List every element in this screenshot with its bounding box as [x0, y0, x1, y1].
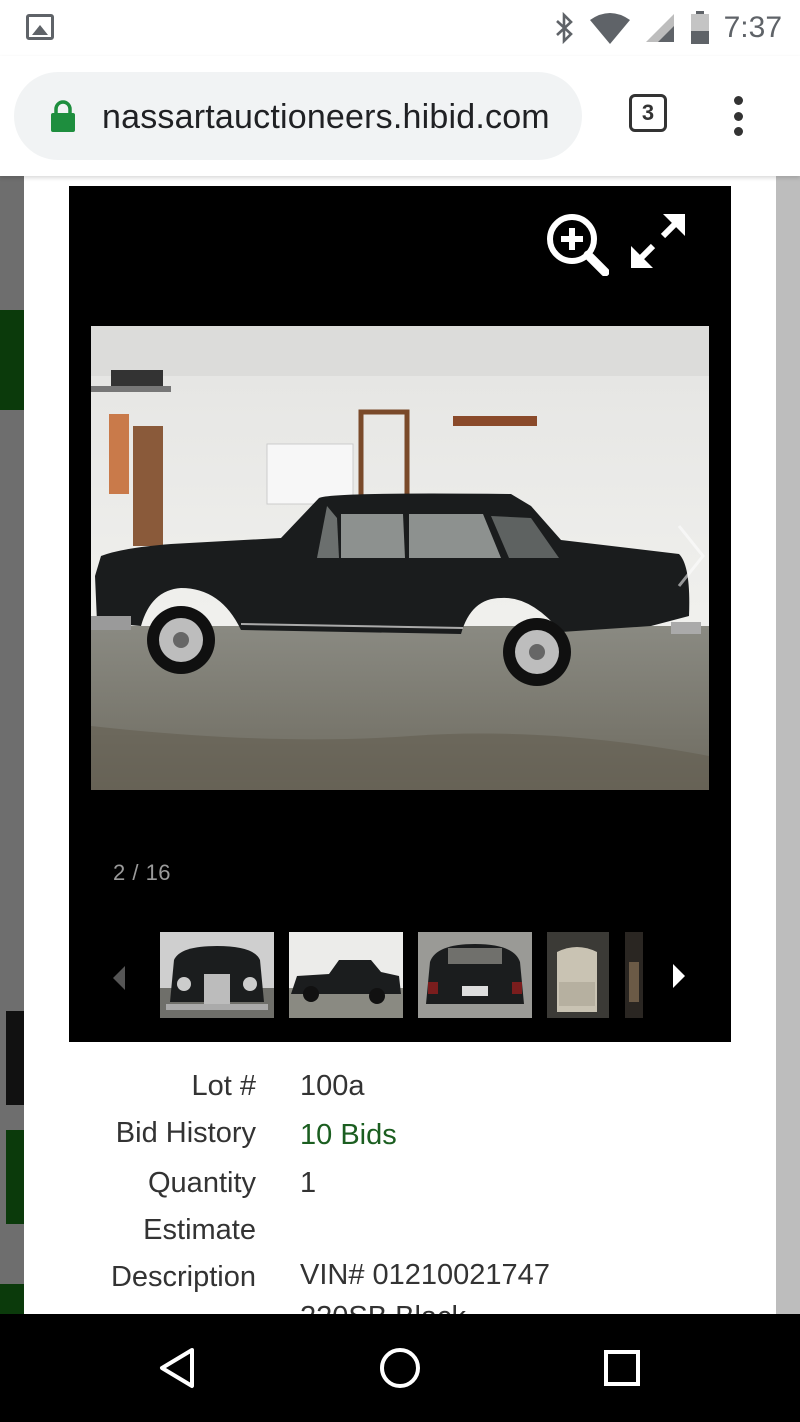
left-green-strip [0, 310, 24, 410]
description-label: Description [110, 1261, 256, 1293]
recents-icon[interactable] [598, 1344, 646, 1392]
thumbnail-front[interactable] [160, 932, 274, 1018]
thumbnail-interior[interactable] [547, 932, 609, 1018]
lot-number-value: 100a [300, 1070, 365, 1102]
car-photo-illustration [91, 326, 709, 790]
address-bar[interactable]: nassartauctioneers.hibid.com [14, 72, 582, 160]
clock: 7:37 [723, 11, 782, 44]
battery-icon [690, 11, 709, 44]
android-nav-bar [0, 1314, 800, 1422]
image-notification-icon [26, 14, 54, 40]
image-counter: 2 / 16 [113, 860, 172, 885]
thumbnail-prev-icon[interactable] [109, 964, 129, 992]
browser-toolbar: nassartauctioneers.hibid.com 3 [0, 56, 800, 176]
thumbnail-partial[interactable] [625, 932, 643, 1018]
bid-history-link[interactable]: 10 Bids [300, 1119, 397, 1152]
overflow-menu-icon[interactable] [730, 96, 746, 136]
tab-switcher-button[interactable]: 3 [629, 94, 667, 132]
lot-number-label: Lot # [191, 1070, 257, 1102]
left-green-strip-2 [6, 1130, 24, 1224]
zoom-in-icon[interactable] [545, 212, 609, 276]
image-gallery: 2 / 16 [69, 186, 731, 1042]
description-value: VIN# 01210021747 [300, 1259, 550, 1291]
chevron-right-icon[interactable] [673, 522, 709, 590]
signal-icon [645, 14, 674, 42]
main-photo[interactable] [91, 326, 709, 790]
description-continued: 220SB Black [300, 1301, 466, 1314]
home-icon[interactable] [376, 1344, 424, 1392]
back-icon[interactable] [154, 1344, 202, 1392]
thumbnail-next-icon[interactable] [669, 962, 689, 990]
thumbnail-side[interactable] [289, 932, 403, 1018]
estimate-label: Estimate [143, 1214, 256, 1246]
quantity-label: Quantity [148, 1167, 256, 1199]
status-icons: 7:37 [554, 8, 782, 48]
left-green-strip-3 [0, 1284, 24, 1314]
wifi-icon [589, 13, 630, 44]
fullscreen-icon[interactable] [627, 210, 689, 272]
bid-history-label: Bid History [115, 1117, 256, 1149]
page-background: 2 / 16 Lot # 100a Bid History 10 Bids Qu… [0, 176, 800, 1314]
status-bar: 7:37 [0, 0, 800, 56]
left-dark-strip [6, 1011, 24, 1105]
bluetooth-icon [555, 12, 573, 44]
lock-icon [51, 100, 75, 132]
url-text[interactable]: nassartauctioneers.hibid.com [102, 98, 550, 137]
quantity-value: 1 [300, 1167, 317, 1199]
right-page-edge [776, 176, 800, 1314]
thumbnail-rear[interactable] [418, 932, 532, 1018]
